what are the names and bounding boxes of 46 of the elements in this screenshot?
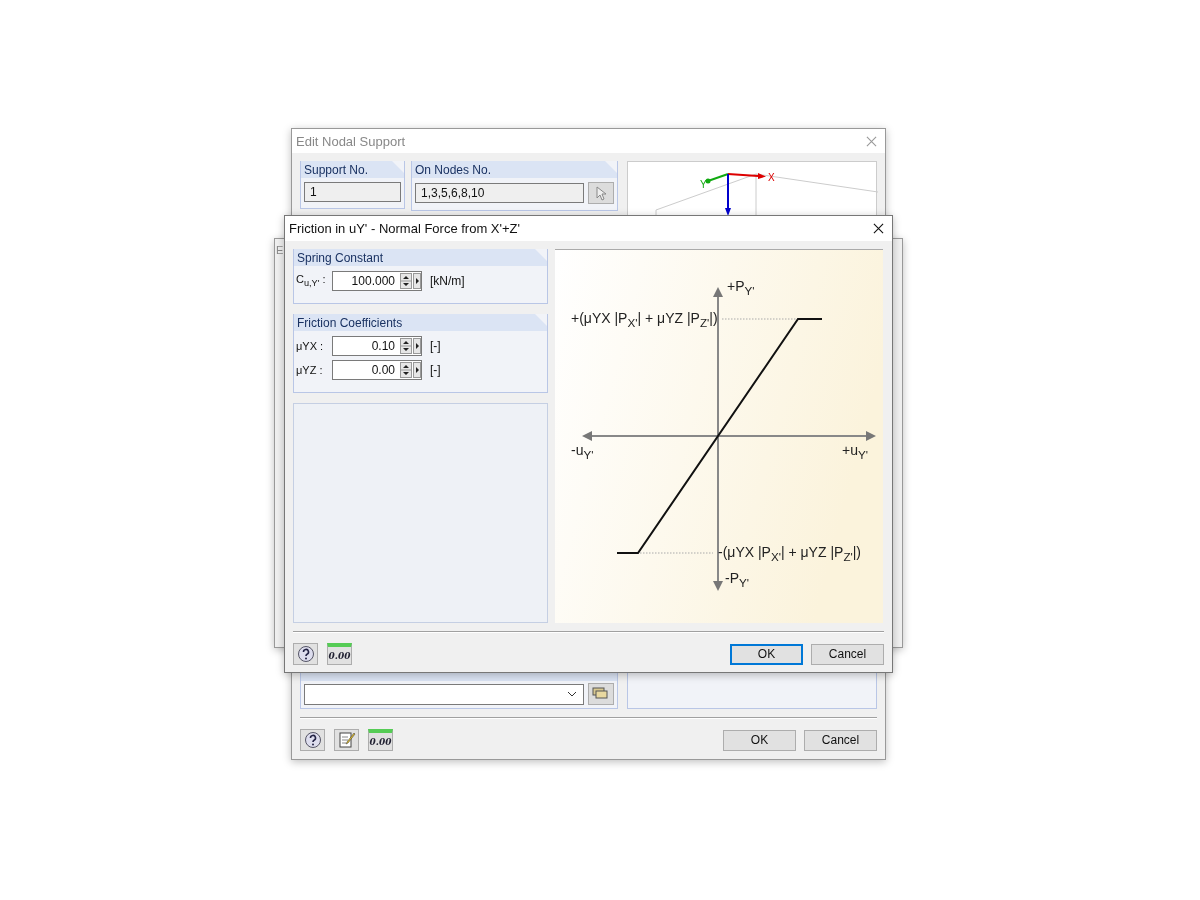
close-icon[interactable] [873,223,884,234]
axis-label: Y [700,179,707,190]
window-title: Friction in uY' - Normal Force from X'+Z' [289,221,522,236]
spinner-icon[interactable] [400,273,412,289]
unit-label: [-] [430,339,441,353]
chevron-icon [567,691,578,697]
axis-label: -u$_{Y'}$ [571,442,594,463]
unit-label: [kN/m] [430,274,465,288]
axis-label: -P$_{Y'}$ [725,570,749,591]
decimal-places-button[interactable]: 0.00 [368,729,393,751]
axis-label: X [768,172,775,183]
group-title: Support No. [304,163,369,177]
spin-field[interactable]: 0.00 [332,360,422,380]
spinner-icon[interactable] [400,362,412,378]
spin-field[interactable]: 0.10 [332,336,422,356]
unit-label: [-] [430,363,441,377]
parameter-label: C$_{u,Y'}$ : [296,273,326,289]
comment-dropdown[interactable] [304,683,585,705]
parameter-label: μYX : [296,340,325,352]
dialog-button[interactable]: Cancel [804,729,877,751]
help-icon [303,731,322,749]
help-button[interactable] [300,729,325,751]
group-title: Spring Constant [297,251,384,265]
axis-label: +P$_{Y'}$ [727,278,755,299]
notepad-pencil-icon [337,731,356,749]
spin-field[interactable]: 100.000 [332,271,422,291]
parameter-label: μYZ : [296,364,324,376]
group-title: On Nodes No. [415,163,492,177]
input-field[interactable]: 1,3,5,6,8,10 [415,183,585,203]
window-title: Edit Nodal Support [296,133,407,149]
limit-label: +(μYX |P$_{X'}$| + μYZ |P$_{Z'}$|) [571,310,718,331]
dialog-button[interactable]: Cancel [811,643,884,665]
group-title: Friction Coefficients [297,316,403,330]
input-field[interactable]: 1 [304,182,401,202]
help-icon [296,645,315,663]
spinner-icon[interactable] [400,338,412,354]
windows-icon [592,687,611,701]
dialog-button[interactable]: OK [730,643,803,665]
dialog-button[interactable]: OK [723,729,796,751]
limit-label: -(μYX |P$_{X'}$| + μYZ |P$_{Z'}$|) [718,544,862,565]
cursor-icon [594,185,609,201]
decimal-places-button[interactable]: 0.00 [327,643,352,665]
window-title: E [276,244,284,257]
axis-label: +u$_{Y'}$ [842,442,868,463]
edit-button[interactable] [334,729,359,751]
help-button[interactable] [293,643,318,665]
